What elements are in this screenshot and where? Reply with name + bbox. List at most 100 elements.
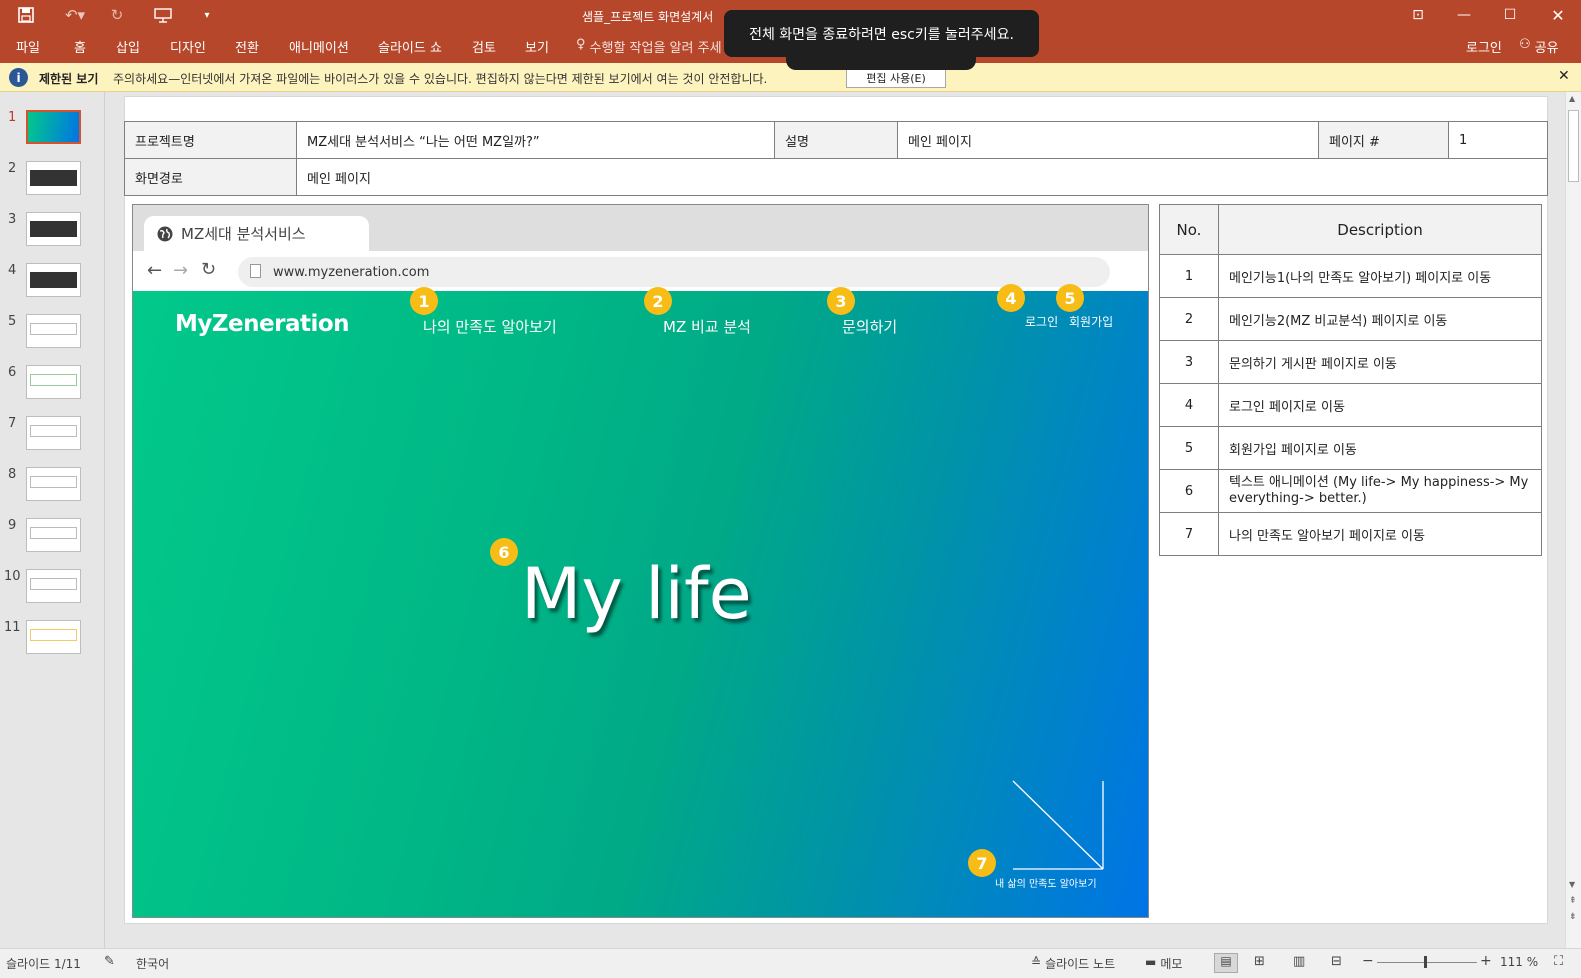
redo-icon[interactable]: ↻ [106, 4, 128, 26]
tab-view[interactable]: 보기 [525, 37, 549, 56]
hero-section: MyZeneration 나의 만족도 알아보기 MZ 비교 분석 문의하기 로… [133, 284, 1148, 917]
table-row: 5 회원가입 페이지로 이동 [1159, 426, 1542, 470]
scroll-thumb[interactable] [1568, 110, 1579, 182]
language-indicator[interactable]: 한국어 [136, 955, 169, 972]
slide-sorter-icon[interactable]: ⊞ [1254, 954, 1265, 969]
hero-animated-text: My life [521, 553, 752, 635]
login-link-site[interactable]: 로그인 [1025, 313, 1058, 330]
diagonal-arrow-icon[interactable] [1011, 779, 1107, 874]
row-description: 회원가입 페이지로 이동 [1218, 426, 1542, 470]
slide-thumbnail-7[interactable] [26, 416, 81, 450]
reload-icon: ↻ [201, 259, 217, 280]
row-number: 2 [1159, 297, 1219, 341]
slide-thumbnail-10[interactable] [26, 569, 81, 603]
page-number-value: 1 [1448, 121, 1548, 159]
ribbon-display-icon[interactable]: ⊡ [1395, 0, 1441, 30]
previous-slide-icon[interactable]: ⇞ [1569, 896, 1577, 906]
description-value: 메인 페이지 [897, 121, 1319, 159]
zoom-slider[interactable] [1377, 962, 1477, 963]
enable-editing-button[interactable]: 편집 사용(E) [846, 67, 946, 88]
tab-file[interactable]: 파일 [16, 37, 40, 56]
spellcheck-icon[interactable]: ✎ [104, 954, 115, 969]
thumb-number: 7 [8, 416, 17, 431]
lightbulb-icon: ♀ [576, 37, 586, 52]
thumb-number: 8 [8, 467, 17, 482]
site-logo[interactable]: MyZeneration [175, 311, 350, 337]
header-table: 프로젝트명 MZ세대 분석서비스 “나는 어떤 MZ일까?” 설명 메인 페이지… [124, 121, 1548, 196]
slide-thumbnails-pane[interactable]: 1 2 3 4 5 6 7 8 9 10 11 [0, 92, 105, 948]
signup-link[interactable]: 회원가입 [1069, 313, 1113, 330]
next-slide-icon[interactable]: ⇟ [1569, 912, 1577, 922]
row-description: 로그인 페이지로 이동 [1218, 383, 1542, 427]
row-description: 메인기능1(나의 만족도 알아보기) 페이지로 이동 [1218, 254, 1542, 298]
reading-view-icon[interactable]: ▥ [1293, 954, 1305, 969]
close-infobar-icon[interactable]: ✕ [1558, 68, 1570, 84]
slide-thumbnail-5[interactable] [26, 314, 81, 348]
notes-button[interactable]: ≙ 슬라이드 노트 [1031, 955, 1115, 972]
fit-to-window-icon[interactable]: ⛶ [1554, 954, 1563, 969]
forward-arrow-icon: → [173, 260, 189, 281]
status-bar: 슬라이드 1/11 ✎ 한국어 ≙ 슬라이드 노트 ▬ 메모 ▤ ⊞ ▥ ⊟ −… [0, 948, 1581, 978]
comments-label: 메모 [1160, 957, 1183, 971]
row-number: 6 [1159, 469, 1219, 513]
slide-thumbnail-6[interactable] [26, 365, 81, 399]
normal-view-icon[interactable]: ▤ [1214, 953, 1238, 973]
slideshow-view-icon[interactable]: ⊟ [1331, 954, 1342, 969]
slide-thumbnail-8[interactable] [26, 467, 81, 501]
row-number: 3 [1159, 340, 1219, 384]
row-description: 문의하기 게시판 페이지로 이동 [1218, 340, 1542, 384]
tab-home[interactable]: 홈 [74, 37, 86, 56]
zoom-level[interactable]: 111 % [1500, 955, 1538, 969]
customize-toolbar-icon[interactable]: ▾ [198, 4, 216, 26]
slide-thumbnail-9[interactable] [26, 518, 81, 552]
nav-mz-compare-link[interactable]: MZ 비교 분석 [663, 316, 751, 337]
comments-button[interactable]: ▬ 메모 [1145, 955, 1182, 972]
cta-satisfaction-link[interactable]: 내 삶의 만족도 알아보기 [995, 875, 1097, 890]
zoom-out-icon[interactable]: − [1362, 953, 1374, 969]
login-link[interactable]: 로그인 [1466, 37, 1502, 56]
vertical-scrollbar[interactable]: ▲ ▼ ⇞ ⇟ [1565, 92, 1581, 948]
tab-slideshow[interactable]: 슬라이드 쇼 [378, 37, 442, 56]
tell-me-box[interactable]: ♀ 수행할 작업을 알려 주세 [576, 37, 722, 56]
nav-satisfaction-link[interactable]: 나의 만족도 알아보기 [423, 316, 557, 337]
tab-insert[interactable]: 삽입 [116, 37, 140, 56]
presenter-icon[interactable] [150, 4, 176, 26]
document-title: 샘플_프로젝트 화면설계서 [582, 10, 714, 24]
zoom-slider-thumb[interactable] [1424, 956, 1427, 968]
tab-transitions[interactable]: 전환 [235, 37, 259, 56]
tab-animations[interactable]: 애니메이션 [289, 37, 349, 56]
slide-thumbnail-11[interactable] [26, 620, 81, 654]
address-field: www.myzeneration.com [238, 257, 1110, 287]
browser-tab-title: MZ세대 분석서비스 [181, 225, 306, 243]
close-icon[interactable]: ✕ [1535, 0, 1581, 30]
thumb-number: 11 [4, 620, 21, 635]
share-button[interactable]: ⚇ 공유 [1519, 37, 1559, 56]
scroll-down-arrow-icon[interactable]: ▼ [1569, 880, 1575, 889]
nav-inquiry-link[interactable]: 문의하기 [842, 316, 897, 337]
slide-thumbnail-2[interactable] [26, 161, 81, 195]
minimize-icon[interactable]: — [1441, 0, 1487, 30]
table-row: 2 메인기능2(MZ 비교분석) 페이지로 이동 [1159, 297, 1542, 341]
slide-thumbnail-1[interactable] [26, 110, 81, 144]
fullscreen-toast: 전체 화면을 종료하려면 esc키를 눌러주세요. [724, 10, 1039, 57]
slide-thumbnail-3[interactable] [26, 212, 81, 246]
table-row: 4 로그인 페이지로 이동 [1159, 383, 1542, 427]
thumb-number: 1 [8, 110, 17, 125]
page-number-label: 페이지 # [1318, 121, 1449, 159]
page-icon [250, 264, 261, 278]
zoom-in-icon[interactable]: + [1480, 953, 1492, 969]
scroll-up-arrow-icon[interactable]: ▲ [1569, 94, 1575, 103]
description-label: 설명 [774, 121, 898, 159]
slide-thumbnail-4[interactable] [26, 263, 81, 297]
table-row: 6 텍스트 애니메이션 (My life-> My happiness-> My … [1159, 469, 1542, 513]
column-header-no: No. [1159, 204, 1219, 255]
tab-design[interactable]: 디자인 [170, 37, 206, 56]
thumb-number: 6 [8, 365, 17, 380]
tab-review[interactable]: 검토 [472, 37, 496, 56]
save-icon[interactable] [14, 4, 38, 26]
thumb-number: 4 [8, 263, 17, 278]
undo-icon[interactable]: ↶▾ [58, 4, 92, 26]
annotation-badge-6: 6 [490, 538, 518, 566]
project-name-value: MZ세대 분석서비스 “나는 어떤 MZ일까?” [296, 121, 775, 159]
maximize-icon[interactable]: ☐ [1487, 0, 1533, 30]
